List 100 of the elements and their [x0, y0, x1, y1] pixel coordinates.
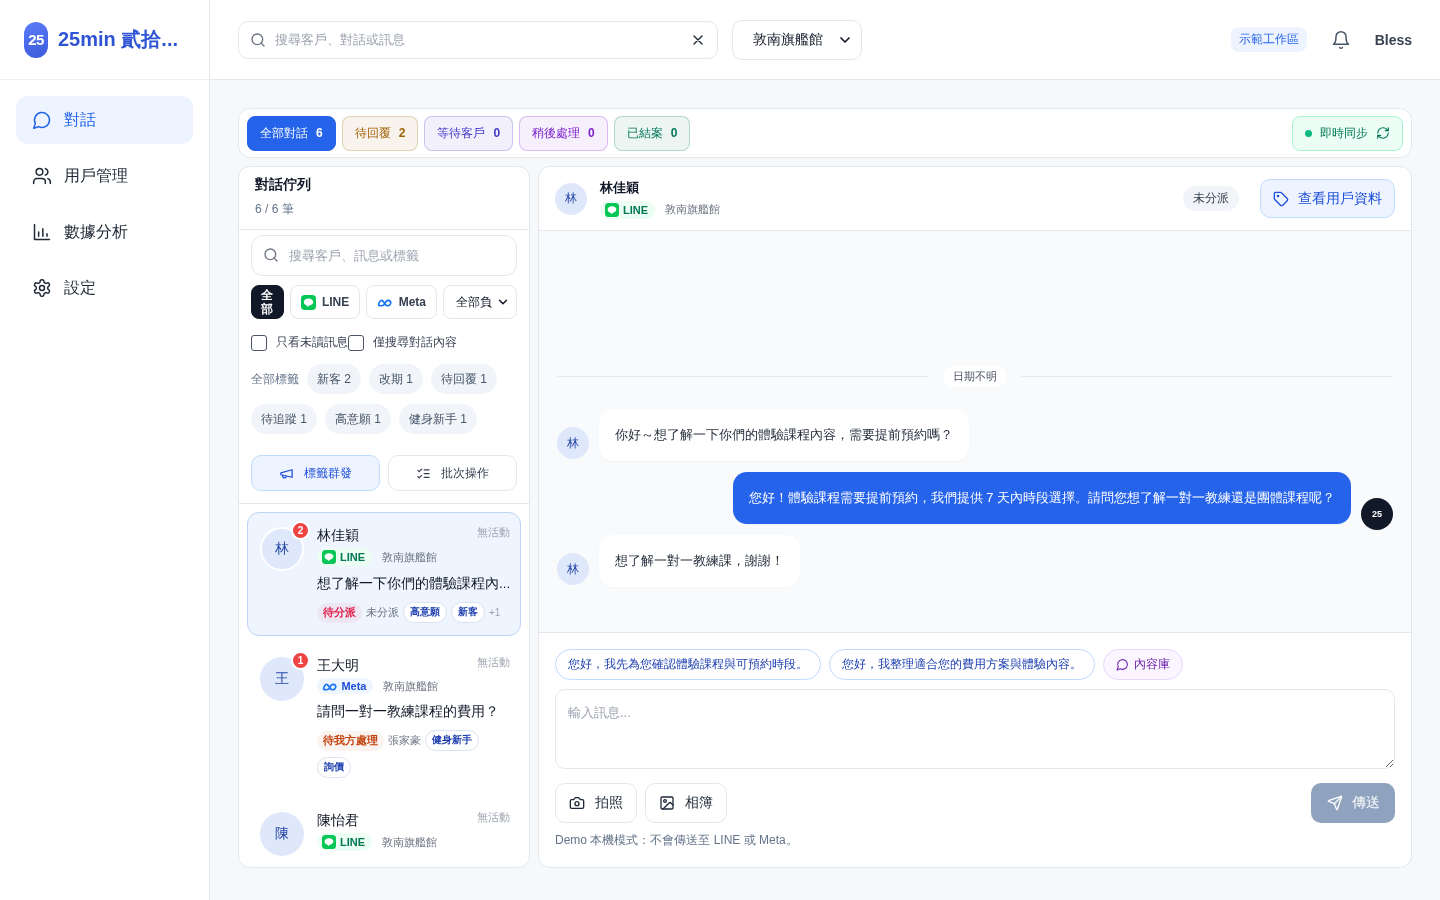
- status-tab[interactable]: 待回覆 2: [341, 115, 419, 151]
- channel-badge: LINE: [317, 548, 373, 566]
- avatar: 林: [557, 427, 589, 459]
- status-badge: 待我方處理: [317, 730, 384, 751]
- search-field[interactable]: 搜尋客戶、對話或訊息: [238, 20, 718, 59]
- attach-button[interactable]: 拍照: [555, 783, 637, 823]
- customer-name: 陳怡君: [317, 812, 359, 830]
- bar-chart-icon: [32, 222, 52, 242]
- channel-badge: Meta: [317, 678, 374, 694]
- assignee-badge: 未分派: [1183, 186, 1239, 211]
- search-icon: [250, 31, 266, 48]
- status-badge: 待分派: [317, 602, 362, 623]
- assignee-name: 張家豪: [388, 733, 421, 748]
- nav-item[interactable]: 設定: [16, 264, 193, 312]
- nav-item[interactable]: 用戶管理: [16, 152, 193, 200]
- channel-badge: LINE: [600, 200, 656, 219]
- message-preview: 想了解一下你們的體驗課程內...: [317, 575, 510, 593]
- channel-filter[interactable]: LINE: [289, 285, 361, 319]
- tag: 詢價: [317, 757, 351, 778]
- status-tab[interactable]: 全部對話 6: [247, 115, 336, 151]
- tag-filter[interactable]: 待回覆 1: [431, 364, 498, 394]
- settings-icon: [32, 278, 52, 298]
- activity-time: 無活動: [477, 810, 510, 825]
- status-tab[interactable]: 等待客戶 0: [424, 115, 514, 151]
- unread-badge: 1: [291, 651, 310, 670]
- checkbox[interactable]: [348, 334, 364, 351]
- search-icon: [263, 247, 279, 263]
- profile-button[interactable]: 查看用戶資料: [1260, 179, 1395, 218]
- chat-bubble-icon: [322, 550, 336, 564]
- bell-icon: [1330, 29, 1351, 50]
- quick-reply[interactable]: 內容庫: [1103, 649, 1183, 680]
- tag-filter[interactable]: 待追蹤 1: [251, 404, 317, 434]
- message-bubble: 您好！體驗課程需要提前預約，我們提供 7 天內時段選擇。請問您想了解一對一教練還是團體課程呢？: [732, 472, 1351, 524]
- more-count: +1: [489, 607, 501, 618]
- search-field[interactable]: 搜尋客戶、訊息或標籤: [251, 235, 517, 276]
- tag-icon: [1273, 190, 1289, 207]
- tag: 新客: [451, 602, 485, 623]
- app-name: 25min 貳拾...: [58, 27, 179, 52]
- tag: 高意願: [403, 602, 447, 623]
- date-divider: 日期不明: [943, 366, 1007, 387]
- channel-filter[interactable]: 全部: [251, 285, 284, 319]
- owner-select[interactable]: 全部負: [443, 285, 517, 319]
- activity-time: 無活動: [477, 525, 510, 540]
- send-icon: [1326, 795, 1343, 811]
- attach-button[interactable]: 相簿: [645, 783, 727, 823]
- tag-filter[interactable]: 健身新手 1: [399, 404, 478, 434]
- assignee-name: 未分派: [366, 605, 399, 620]
- status-dot: [1305, 129, 1312, 137]
- checkbox-label: 僅搜尋對話內容: [373, 334, 457, 351]
- store-select[interactable]: 敦南旗艦館: [732, 19, 862, 60]
- status-tab[interactable]: 稍後處理 0: [519, 115, 608, 151]
- chat-icon: [32, 110, 52, 130]
- store-name: 敦南旗艦館: [382, 549, 438, 565]
- customer-name: 林佳穎: [317, 527, 359, 545]
- quick-reply[interactable]: 您好，我整理適合您的費用方案與體驗內容。: [829, 649, 1095, 680]
- workspace-badge: 示範工作區: [1230, 27, 1307, 52]
- checkbox-label: 只看未讀訊息: [276, 334, 348, 351]
- nav-item[interactable]: 數據分析: [16, 208, 193, 256]
- tag: 健身新手: [425, 730, 479, 751]
- channel-badge: LINE: [317, 833, 373, 851]
- image-icon: [659, 795, 675, 811]
- message-field[interactable]: 輸入訊息...: [555, 689, 1395, 769]
- conversation-item[interactable]: 王 1 王大明 無活動 Meta 敦南旗艦館 請問一對一教練課程的費用？ 待我方處理 張家豪 健身新手 詢價: [247, 642, 521, 791]
- conversation-item[interactable]: 林 2 林佳穎 無活動 LINE 敦南旗艦館 想了解一下你們的體驗課程內... 待分派 未分派 高意願 新客 +1: [247, 512, 521, 636]
- demo-note: Demo 本機模式：不會傳送至 LINE 或 Meta。: [555, 832, 799, 849]
- store-name: 敦南旗艦館: [383, 678, 439, 694]
- tag-filter[interactable]: 改期 1: [369, 364, 424, 394]
- queue-count: 6 / 6 筆: [255, 201, 295, 218]
- nav-item[interactable]: 對話: [16, 96, 193, 144]
- refresh-icon: [1376, 126, 1390, 140]
- avatar: 25: [1361, 498, 1393, 530]
- store-name: 敦南旗艦館: [665, 202, 721, 217]
- store-name: 敦南旗艦館: [382, 834, 438, 850]
- queue-title: 對話佇列: [255, 175, 312, 193]
- channel-filter[interactable]: Meta: [366, 285, 437, 319]
- avatar: 林: [555, 182, 587, 215]
- message-bubble: 想了解一對一教練課，謝謝！: [599, 535, 800, 587]
- message-preview: 請問一對一教練課程的費用？: [317, 703, 500, 721]
- sync-button[interactable]: 即時同步: [1292, 115, 1403, 151]
- checkbox[interactable]: [251, 334, 267, 351]
- notification-button[interactable]: [1330, 29, 1351, 50]
- quick-reply[interactable]: 您好，我先為您確認體驗課程與可預約時段。: [555, 649, 821, 680]
- users-icon: [32, 166, 52, 186]
- activity-time: 無活動: [477, 655, 510, 670]
- action-button[interactable]: 批次操作: [388, 455, 517, 491]
- status-tab[interactable]: 已結案 0: [613, 115, 691, 151]
- unread-badge: 2: [291, 521, 310, 540]
- avatar: 陳: [260, 812, 304, 856]
- chat-bubble-icon: [605, 202, 619, 217]
- action-button[interactable]: 標籤群發: [251, 455, 380, 491]
- customer-name: 林佳穎: [600, 178, 640, 197]
- tag-filter[interactable]: 新客 2: [307, 364, 361, 394]
- avatar: 林: [557, 553, 589, 585]
- tags-label: 全部標籤: [251, 370, 299, 388]
- app-logo: 25: [24, 21, 48, 58]
- camera-icon: [569, 795, 585, 811]
- tag-filter[interactable]: 高意願 1: [325, 404, 392, 434]
- user-name[interactable]: Bless: [1374, 31, 1412, 48]
- conversation-item[interactable]: 陳 陳怡君 無活動 LINE 敦南旗艦館: [247, 797, 521, 867]
- message-bubble: 你好～想了解一下你們的體驗課程內容，需要提前預約嗎？: [599, 409, 969, 461]
